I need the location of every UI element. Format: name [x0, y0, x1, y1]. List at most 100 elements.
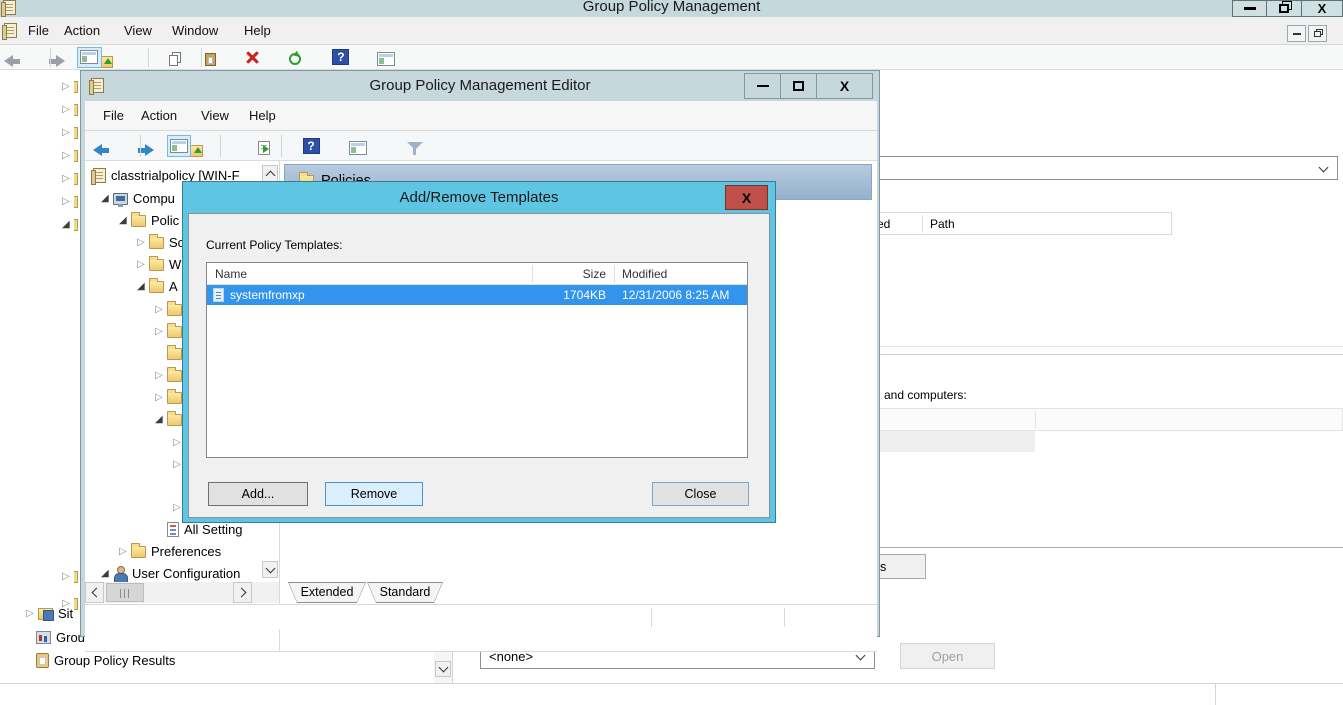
add-button[interactable]: Add... [208, 482, 308, 506]
tree-item-policies[interactable]: ◢Polic [119, 212, 179, 229]
templates-listview[interactable]: Name Size Modified systemfromxp 1704KB 1… [206, 262, 748, 458]
chevron-expanded-icon[interactable]: ◢ [119, 215, 131, 227]
tree-item[interactable]: ▷ [62, 78, 78, 95]
chevron-right-icon[interactable]: ▷ [137, 237, 149, 249]
chevron-expanded-icon[interactable]: ◢ [101, 568, 113, 580]
back-icon[interactable] [93, 144, 110, 156]
gpme-minimize-button[interactable] [744, 73, 781, 99]
chevron-expanded-icon[interactable]: ◢ [137, 281, 149, 293]
new-window-icon[interactable] [349, 141, 367, 155]
tree-item-folder[interactable]: ▷ [155, 301, 182, 318]
chevron-right-icon[interactable]: ▷ [137, 259, 149, 271]
dialog-close-button[interactable]: X [725, 185, 768, 210]
tree-item-user-configuration[interactable]: ◢User Configuration [101, 565, 240, 582]
tree-item-all-settings[interactable]: All Setting [167, 521, 243, 538]
chevron-right-icon[interactable]: ▷ [155, 392, 167, 404]
gpme-close-button[interactable]: X [816, 73, 873, 99]
scrollbar-thumb[interactable] [106, 583, 144, 602]
help-icon[interactable] [332, 49, 349, 65]
column-header-modified[interactable]: Modified [622, 267, 667, 281]
column-divider[interactable] [614, 265, 615, 283]
console-tree-toggle[interactable] [77, 47, 102, 68]
gpme-h-scrollbar[interactable] [85, 582, 279, 603]
console-tree-toggle[interactable] [167, 135, 191, 157]
tree-item-administrative-templates[interactable]: ◢A [137, 278, 178, 295]
chevron-right-icon[interactable]: ▷ [62, 104, 74, 116]
chevron-right-icon[interactable]: ▷ [62, 150, 74, 162]
properties-button-partial[interactable]: s [876, 554, 926, 579]
tree-item-software-settings[interactable]: ▷So [137, 234, 185, 251]
tree-item[interactable]: ▷ [62, 124, 78, 141]
column-header-name[interactable]: Name [215, 267, 247, 281]
chevron-right-icon[interactable]: ▷ [119, 546, 131, 558]
tree-item[interactable]: ▷ [62, 568, 78, 585]
open-button[interactable]: Open [900, 643, 995, 669]
tree-item-gp-results[interactable]: Group Policy Results [36, 652, 175, 669]
column-header-path[interactable]: Path [930, 217, 955, 231]
copy-icon[interactable] [169, 55, 178, 66]
gpm-menu-action[interactable]: Action [60, 17, 104, 44]
gpm-menu-view[interactable]: View [120, 17, 156, 44]
paste-icon[interactable] [205, 53, 216, 66]
chevron-expanded-icon[interactable]: ◢ [101, 193, 113, 205]
tree-item[interactable]: ▷ [62, 193, 78, 210]
chevron-right-icon[interactable]: ▷ [155, 326, 167, 338]
dialog-titlebar[interactable]: Add/Remove Templates X [183, 182, 775, 213]
gpm-menu-help[interactable]: Help [240, 17, 275, 44]
delete-icon[interactable] [245, 50, 260, 65]
chevron-right-icon[interactable]: ▷ [62, 571, 74, 583]
chevron-expanded-icon[interactable]: ◢ [62, 219, 74, 231]
scroll-up-button[interactable] [262, 165, 278, 182]
tree-item-folder[interactable]: ▷ [155, 323, 182, 340]
mdi-restore-button[interactable] [1308, 25, 1327, 42]
chevron-right-icon[interactable]: ▷ [62, 127, 74, 139]
refresh-icon[interactable] [289, 53, 301, 65]
mdi-minimize-button[interactable] [1287, 25, 1306, 42]
gpm-close-button[interactable]: X [1301, 0, 1343, 17]
new-window-icon[interactable] [377, 52, 395, 66]
chevron-right-icon[interactable]: ▷ [155, 370, 167, 382]
column-divider[interactable] [1035, 411, 1036, 429]
tab-extended[interactable]: Extended [288, 582, 366, 603]
gpme-menu-action[interactable]: Action [137, 101, 181, 130]
tree-item-preferences[interactable]: ▷Preferences [119, 543, 221, 560]
tree-item-folder[interactable] [167, 345, 182, 362]
template-row-selected[interactable]: systemfromxp 1704KB 12/31/2006 8:25 AM [207, 285, 747, 305]
gpme-maximize-button[interactable] [780, 73, 817, 99]
tree-item-folder[interactable]: ◢ [155, 411, 182, 428]
scroll-right-button[interactable] [233, 582, 252, 603]
back-icon[interactable] [4, 55, 21, 67]
column-header-size[interactable]: Size [532, 267, 606, 281]
chevron-expanded-icon[interactable]: ◢ [155, 414, 167, 426]
gpm-minimize-button[interactable] [1232, 0, 1267, 17]
tree-item-windows-settings[interactable]: ▷W [137, 256, 181, 273]
chevron-right-icon[interactable]: ▷ [62, 173, 74, 185]
chevron-right-icon[interactable]: ▷ [62, 81, 74, 93]
tree-item[interactable]: ◢ [62, 216, 78, 233]
tree-item[interactable]: ▷ [62, 147, 78, 164]
close-button[interactable]: Close [652, 482, 749, 506]
tab-standard[interactable]: Standard [367, 582, 443, 603]
gpme-menu-file[interactable]: File [99, 101, 128, 130]
tree-item-folder[interactable]: ▷ [155, 389, 182, 406]
gpme-menu-help[interactable]: Help [245, 101, 280, 130]
scroll-left-button[interactable] [85, 582, 104, 603]
gpme-titlebar[interactable]: Group Policy Management Editor X [81, 71, 879, 101]
filter-icon[interactable] [407, 141, 423, 155]
gpm-maximize-button[interactable] [1266, 0, 1302, 17]
gpme-menu-view[interactable]: View [197, 101, 233, 130]
chevron-right-icon[interactable]: ▷ [62, 196, 74, 208]
column-divider[interactable] [922, 215, 923, 233]
remove-button[interactable]: Remove [325, 482, 423, 506]
tree-item[interactable]: ▷ [62, 101, 78, 118]
gpm-menu-file[interactable]: File [24, 17, 53, 44]
scroll-down-button[interactable] [435, 661, 451, 677]
help-icon[interactable] [303, 138, 320, 154]
tree-item-folder[interactable]: ▷ [155, 367, 182, 384]
tree-item-sites[interactable]: ▷Sit [26, 605, 73, 622]
scroll-down-button[interactable] [262, 561, 278, 578]
gpm-menu-window[interactable]: Window [168, 17, 222, 44]
chevron-right-icon[interactable]: ▷ [26, 608, 38, 620]
export-list-icon[interactable] [258, 141, 270, 155]
chevron-right-icon[interactable]: ▷ [155, 304, 167, 316]
